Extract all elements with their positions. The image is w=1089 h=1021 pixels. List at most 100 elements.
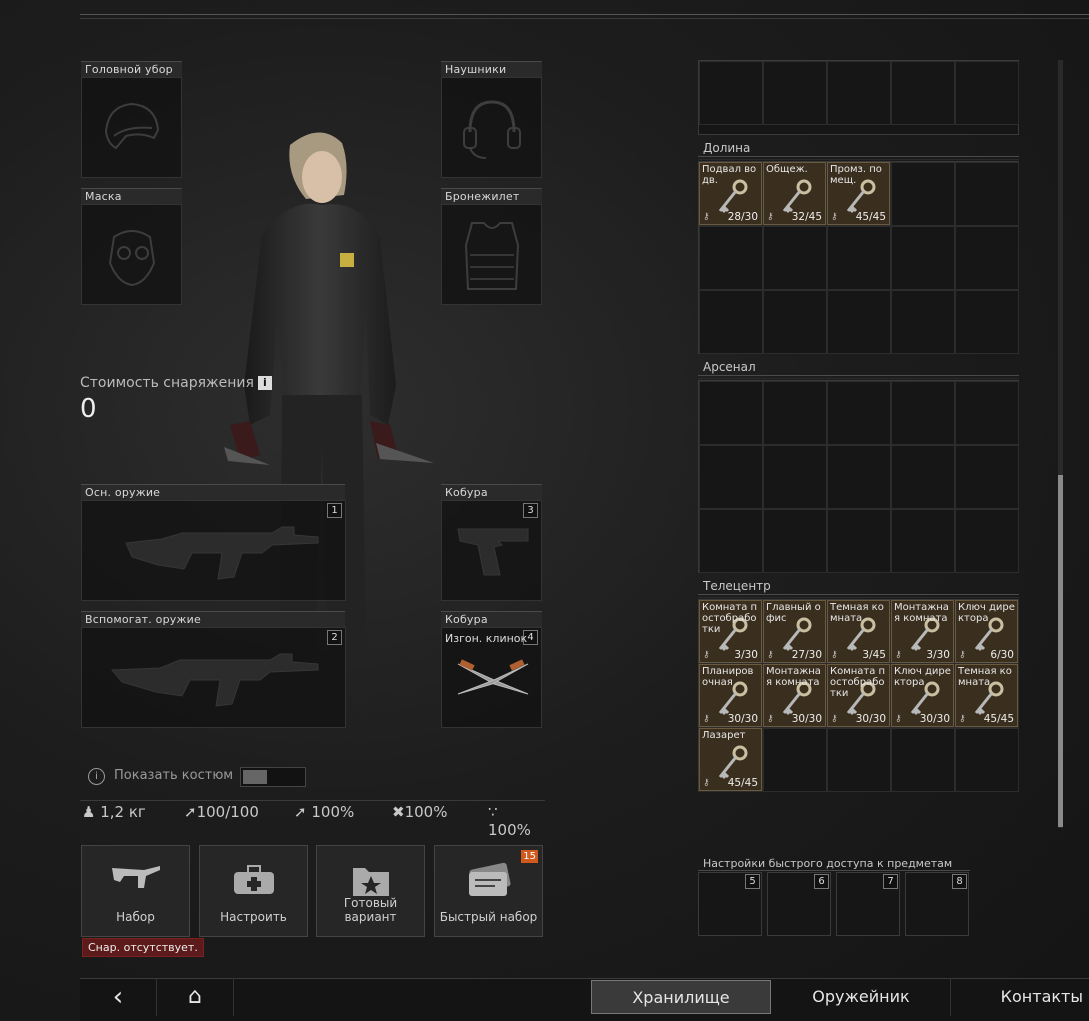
key-item[interactable]: Подвал во дв. ⚷ 28/30 — [699, 162, 762, 225]
grid-cell[interactable] — [763, 728, 827, 792]
key-item[interactable]: Монтажная комната ⚷ 30/30 — [763, 664, 826, 727]
item-durability: 6/30 — [990, 649, 1014, 661]
tab-contacts[interactable]: Контакты — [952, 978, 1089, 1016]
home-icon[interactable]: ⌂ — [157, 978, 234, 1016]
grid-cell[interactable] — [955, 509, 1019, 573]
grid-cell[interactable] — [763, 61, 827, 125]
grid-cell[interactable] — [763, 445, 827, 509]
grid-cell[interactable] — [955, 445, 1019, 509]
grid-cell[interactable] — [891, 162, 955, 226]
section-divider — [698, 156, 1019, 160]
slot-number: 5 — [745, 874, 760, 889]
key-type-icon: ⚷ — [703, 212, 710, 222]
section-divider — [698, 375, 1019, 379]
key-item[interactable]: Главный офис ⚷ 27/30 — [763, 600, 826, 663]
key-item[interactable]: Планировочная ⚷ 30/30 — [699, 664, 762, 727]
key-type-icon: ⚷ — [959, 714, 966, 724]
grid-cell[interactable] — [955, 61, 1019, 125]
key-item[interactable]: Лазарет ⚷ 45/45 — [699, 728, 762, 791]
quick-set-label: Быстрый набор — [439, 910, 538, 924]
run-icon: ➚ — [184, 803, 197, 821]
face-cover-slot[interactable] — [81, 204, 182, 305]
grid-cell[interactable] — [955, 162, 1019, 226]
grid-cell[interactable] — [891, 509, 955, 573]
grid-cell[interactable] — [891, 61, 955, 125]
secondary-weapon-slot[interactable]: 2 — [81, 627, 346, 728]
primary-weapon-slot[interactable]: 1 — [81, 500, 346, 601]
scrollbar-thumb[interactable] — [1058, 475, 1063, 827]
grid-cell[interactable] — [955, 226, 1019, 290]
key-item[interactable]: Комната постобработки ⚷ 3/30 — [699, 600, 762, 663]
earpiece-slot[interactable] — [441, 77, 542, 178]
key-item[interactable]: Темная комната ⚷ 45/45 — [955, 664, 1018, 727]
stat2: ➚ 100% — [294, 803, 354, 821]
headwear-slot[interactable] — [81, 77, 182, 178]
item-durability: 3/30 — [926, 649, 950, 661]
grid-cell[interactable] — [763, 226, 827, 290]
grid-cell[interactable] — [891, 381, 955, 445]
grid-cell[interactable] — [827, 728, 891, 792]
grid-cell[interactable] — [827, 226, 891, 290]
grid-cell[interactable] — [827, 61, 891, 125]
grid-cell[interactable] — [891, 226, 955, 290]
grid-cell[interactable] — [699, 61, 763, 125]
armor-slot[interactable] — [441, 204, 542, 305]
grid-cell[interactable] — [891, 290, 955, 354]
scabbard-slot[interactable]: 4 Изгон. клинок — [441, 627, 542, 728]
weight-stat: ♟ 1,2 кг — [82, 803, 146, 821]
key-type-icon: ⚷ — [831, 714, 838, 724]
tab-gunsmith[interactable]: Оружейник — [772, 978, 951, 1016]
quick-slot-6[interactable]: 6 — [767, 872, 831, 936]
holster-slot[interactable]: 3 — [441, 500, 542, 601]
grid-cell[interactable] — [955, 728, 1019, 792]
preset-label: Готовый вариант — [343, 896, 398, 924]
grid-cell[interactable] — [891, 445, 955, 509]
grid-cell[interactable] — [827, 290, 891, 354]
key-item[interactable]: Комната постобработки ⚷ 30/30 — [827, 664, 890, 727]
key-item[interactable]: Ключ директора ⚷ 6/30 — [955, 600, 1018, 663]
loadout-button[interactable]: Набор — [81, 845, 190, 937]
top-divider — [80, 14, 1089, 19]
grid-cell[interactable] — [699, 445, 763, 509]
quick-set-button[interactable]: 15 Быстрый набор — [434, 845, 543, 937]
customize-button[interactable]: Настроить — [199, 845, 308, 937]
key-item[interactable]: Промз. помещ. ⚷ 45/45 — [827, 162, 890, 225]
show-costume-label: Показать костюм — [114, 768, 234, 783]
info-icon[interactable]: i — [257, 376, 272, 390]
key-type-icon: ⚷ — [703, 714, 710, 724]
stat3: ✖100% — [392, 803, 447, 821]
grid-cell[interactable] — [955, 381, 1019, 445]
medbag-icon — [234, 865, 274, 894]
grid-cell[interactable] — [763, 381, 827, 445]
grid-cell[interactable] — [827, 445, 891, 509]
grid-cell[interactable] — [699, 509, 763, 573]
grid-cell[interactable] — [699, 381, 763, 445]
key-item[interactable]: Ключ директора ⚷ 30/30 — [891, 664, 954, 727]
preset-button[interactable]: Готовый вариант — [316, 845, 425, 937]
grid-cell[interactable] — [699, 226, 763, 290]
tab-storage[interactable]: Хранилище — [591, 980, 771, 1014]
key-item[interactable]: Темная комната ⚷ 3/45 — [827, 600, 890, 663]
item-name: Монтажная комната — [894, 602, 949, 624]
grid-cell[interactable] — [827, 381, 891, 445]
grid-cell[interactable] — [955, 290, 1019, 354]
grid-cell[interactable] — [763, 290, 827, 354]
quick-slot-8[interactable]: 8 — [905, 872, 969, 936]
grid-cell[interactable] — [699, 290, 763, 354]
grid-cell[interactable] — [891, 728, 955, 792]
energy-value: 100/100 — [196, 803, 259, 821]
vest-icon — [464, 222, 520, 290]
holster-label: Кобура — [441, 484, 542, 500]
key-item[interactable]: Монтажная комната ⚷ 3/30 — [891, 600, 954, 663]
item-name: Общеж. — [766, 164, 808, 175]
key-item[interactable]: Общеж. ⚷ 32/45 — [763, 162, 826, 225]
quick-slot-5[interactable]: 5 — [698, 872, 762, 936]
grid-cell[interactable] — [827, 509, 891, 573]
quick-slot-7[interactable]: 7 — [836, 872, 900, 936]
quick-set-badge: 15 — [521, 850, 538, 863]
item-name: Комната постобработки — [702, 602, 758, 635]
costume-toggle[interactable] — [240, 767, 306, 787]
grid-cell[interactable] — [763, 509, 827, 573]
info-circle-icon[interactable]: i — [88, 768, 105, 785]
back-icon[interactable]: ‹ — [80, 978, 157, 1016]
